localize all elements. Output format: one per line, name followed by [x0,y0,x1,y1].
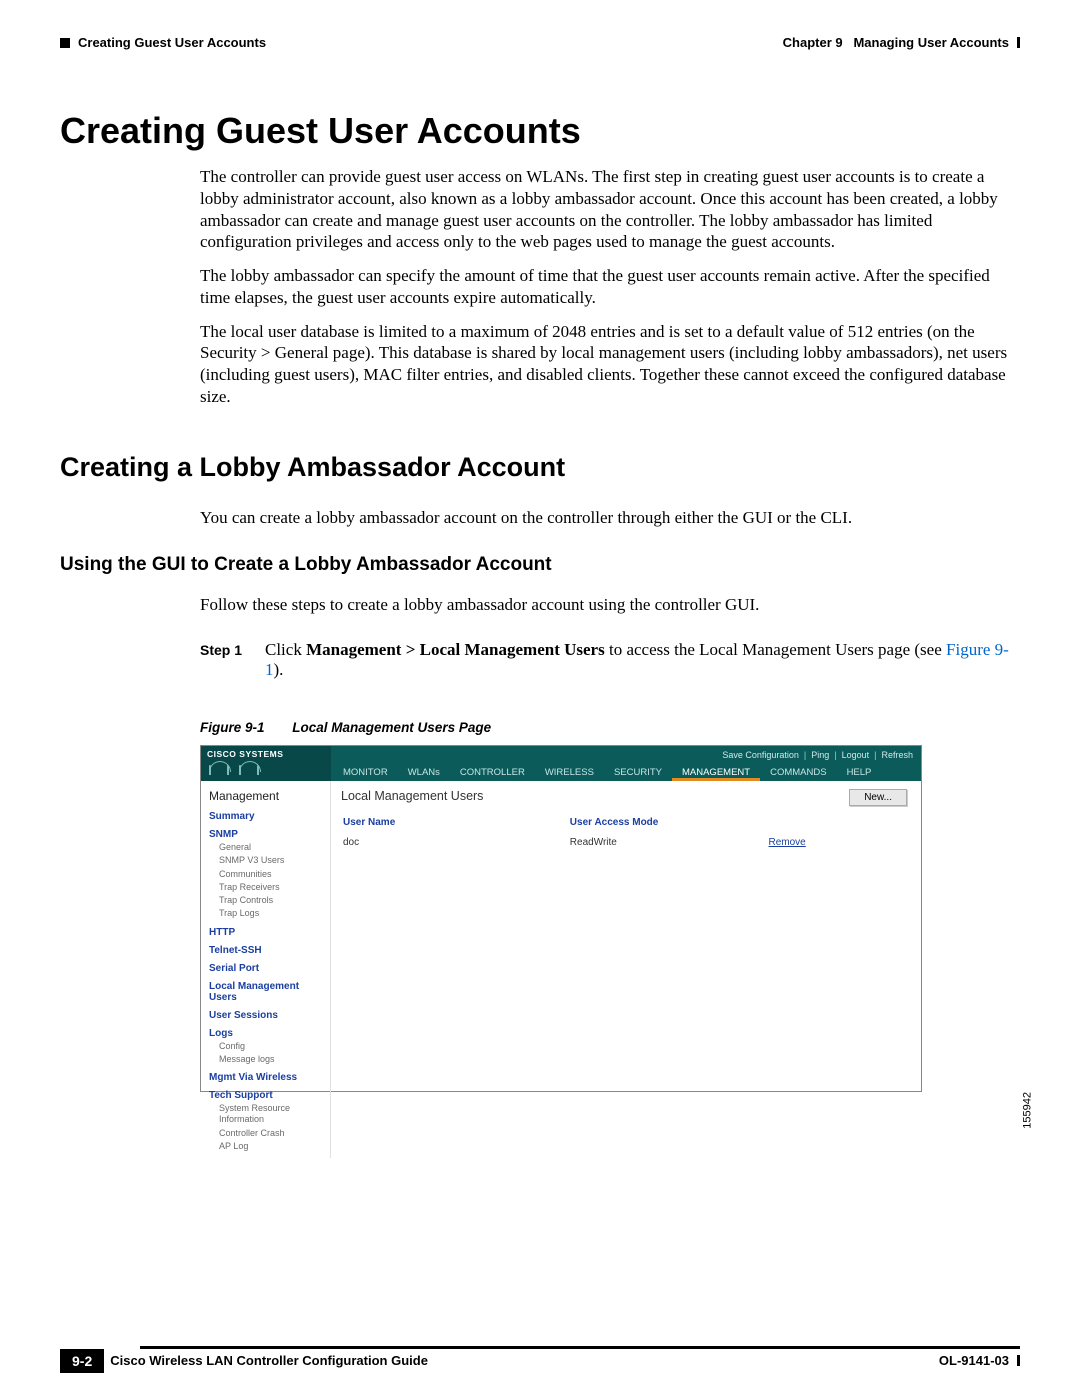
sidebar-sub-trap-logs[interactable]: Trap Logs [219,908,324,919]
subsection-heading-gui: Using the GUI to Create a Lobby Ambassad… [60,554,1020,576]
sidebar-item-tech-support[interactable]: Tech Support [209,1090,324,1101]
step-1-body: Click Management > Local Management User… [265,640,1020,680]
top-link-logout[interactable]: Logout [842,750,870,760]
sidebar-item-serial[interactable]: Serial Port [209,963,324,974]
footer-end-bar-icon [1017,1355,1020,1366]
header-chapter-title: Managing User Accounts [853,35,1009,50]
sidebar-item-http[interactable]: HTTP [209,927,324,938]
step-1: Step 1 Click Management > Local Manageme… [200,640,1020,680]
bridge-icon [207,761,231,775]
page-number: 9-2 [60,1349,104,1373]
figure-label: Figure 9-1 [200,720,265,735]
screenshot-local-mgmt-users: CISCO SYSTEMS Save Configuration | Ping … [200,745,922,1092]
menu-wlans[interactable]: WLANs [398,764,450,781]
sidebar-item-summary[interactable]: Summary [209,811,324,822]
menu-monitor[interactable]: MONITOR [333,764,398,781]
sidebar-sub-communities[interactable]: Communities [219,869,324,880]
section-heading-lobby: Creating a Lobby Ambassador Account [60,452,1020,483]
menu-management[interactable]: MANAGEMENT [672,764,760,781]
header-end-bar-icon [1017,37,1020,48]
sidebar-item-telnet[interactable]: Telnet-SSH [209,945,324,956]
th-action [768,813,909,832]
footer-book-title: Cisco Wireless LAN Controller Configurat… [110,1349,939,1368]
sidebar-sub-general[interactable]: General [219,842,324,853]
sidebar-sub-trap-controls[interactable]: Trap Controls [219,895,324,906]
th-access-mode: User Access Mode [570,813,767,832]
sidebar-sub-sysres[interactable]: System Resource Information [219,1103,324,1126]
page-footer: 9-2 Cisco Wireless LAN Controller Config… [60,1346,1020,1373]
page-title: Creating Guest User Accounts [60,110,1020,152]
menu-controller[interactable]: CONTROLLER [450,764,535,781]
top-link-ping[interactable]: Ping [811,750,829,760]
sidebar-item-logs[interactable]: Logs [209,1028,324,1039]
lobby-paragraph: You can create a lobby ambassador accoun… [200,507,1020,529]
bridge-icon [237,761,261,775]
gui-intro-paragraph: Follow these steps to create a lobby amb… [200,594,1020,616]
sidebar: Management Summary SNMP General SNMP V3 … [201,781,331,1158]
sidebar-title: Management [209,789,324,803]
running-header: Creating Guest User Accounts Chapter 9 M… [60,35,1020,50]
users-table: User Name User Access Mode doc ReadWrite… [341,811,911,853]
menu-wireless[interactable]: WIRELESS [535,764,604,781]
remove-link[interactable]: Remove [768,837,805,848]
menu-security[interactable]: SECURITY [604,764,672,781]
sidebar-item-local-mgmt[interactable]: Local Management Users [209,981,324,1003]
step-1-menu-path: Management > Local Management Users [306,640,605,659]
top-link-refresh[interactable]: Refresh [881,750,913,760]
th-username: User Name [343,813,568,832]
header-square-icon [60,38,70,48]
sidebar-item-user-sessions[interactable]: User Sessions [209,1010,324,1021]
new-button[interactable]: New... [849,789,907,806]
table-row: doc ReadWrite Remove [343,834,909,851]
menu-help[interactable]: HELP [837,764,882,781]
footer-doc-id: OL-9141-03 [939,1353,1009,1368]
figure-title: Local Management Users Page [292,720,491,735]
sidebar-sub-aplog[interactable]: AP Log [219,1141,324,1152]
step-1-label: Step 1 [200,640,265,680]
main-panel-title: Local Management Users [341,789,911,803]
menu-commands[interactable]: COMMANDS [760,764,836,781]
figure-ref-id: 155942 [1022,1092,1034,1129]
sidebar-item-snmp[interactable]: SNMP [209,829,324,840]
sidebar-sub-snmpv3[interactable]: SNMP V3 Users [219,855,324,866]
top-link-save[interactable]: Save Configuration [722,750,799,760]
sidebar-sub-trap-receivers[interactable]: Trap Receivers [219,882,324,893]
cell-username: doc [343,834,568,851]
sidebar-item-mgmt-wireless[interactable]: Mgmt Via Wireless [209,1072,324,1083]
intro-paragraph-2: The lobby ambassador can specify the amo… [200,265,1020,309]
sidebar-sub-config[interactable]: Config [219,1041,324,1052]
figure-caption: Figure 9-1 Local Management Users Page [200,720,1020,735]
intro-paragraph-1: The controller can provide guest user ac… [200,166,1020,253]
sidebar-sub-crash[interactable]: Controller Crash [219,1128,324,1139]
cisco-logo: CISCO SYSTEMS [201,746,331,781]
header-section-title: Creating Guest User Accounts [78,35,266,50]
cell-access-mode: ReadWrite [570,834,767,851]
sidebar-sub-msglogs[interactable]: Message logs [219,1054,324,1065]
intro-paragraph-3: The local user database is limited to a … [200,321,1020,408]
header-chapter: Chapter 9 [783,35,843,50]
